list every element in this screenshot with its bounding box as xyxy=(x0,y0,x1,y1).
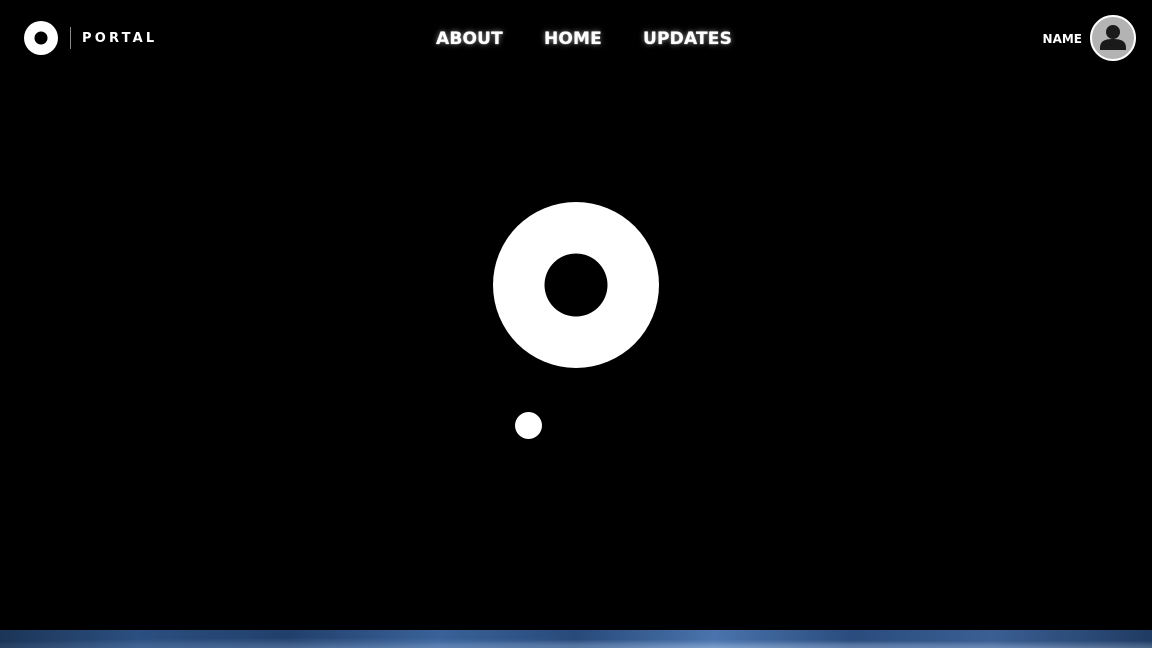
portal-ring-icon xyxy=(493,202,659,368)
brand-divider xyxy=(70,27,71,49)
nav-home-link[interactable]: HOME xyxy=(544,29,602,49)
user-name: NAME xyxy=(1042,32,1082,46)
nav-updates-link[interactable]: UPDATES xyxy=(643,29,732,49)
main-nav: ABOUT HOME UPDATES xyxy=(436,27,732,51)
nav-about-link[interactable]: ABOUT xyxy=(436,29,503,49)
footer-image-strip xyxy=(0,630,1152,648)
user-avatar-icon[interactable] xyxy=(1090,15,1136,61)
top-navigation-bar: PORTAL ABOUT HOME UPDATES NAME xyxy=(0,0,1152,78)
loading-dot-icon xyxy=(515,412,542,439)
user-menu[interactable]: NAME xyxy=(1043,15,1136,61)
portal-logo-icon xyxy=(24,21,58,55)
brand[interactable]: PORTAL xyxy=(24,21,157,55)
brand-name: PORTAL xyxy=(82,30,158,46)
